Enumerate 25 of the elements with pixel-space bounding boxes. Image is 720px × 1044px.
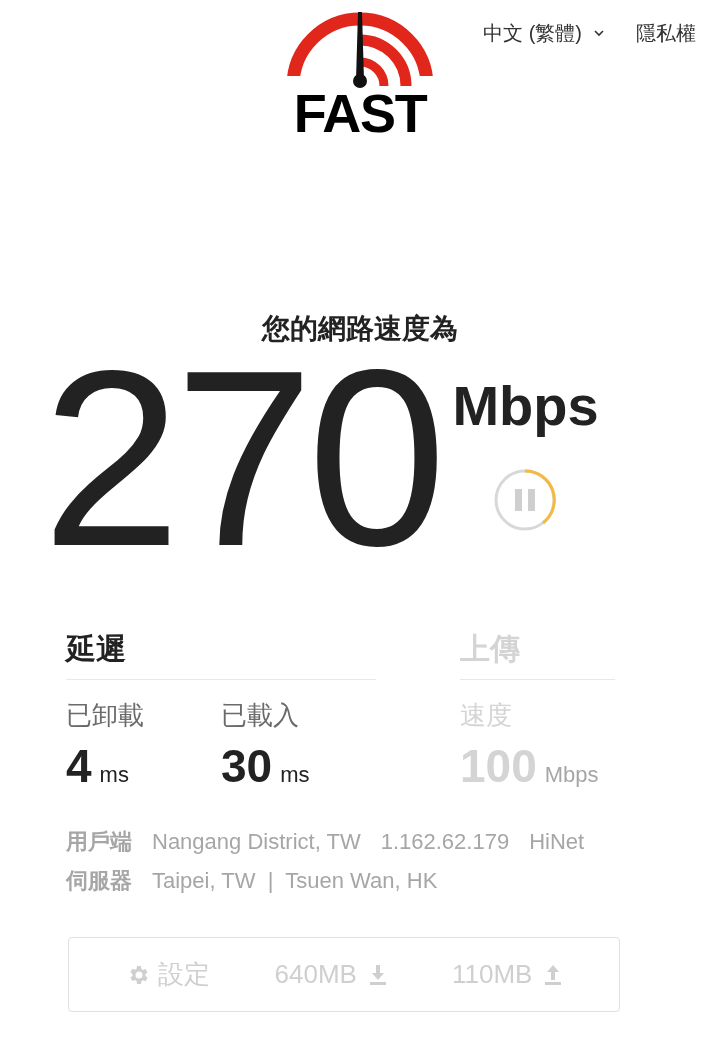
info-value: HiNet — [529, 828, 585, 856]
speed-heading: 您的網路速度為 — [262, 312, 458, 346]
speed-unit: Mbps — [452, 373, 599, 439]
info-value: Taipei, TW | Tsuen Wan, HK — [152, 867, 438, 895]
pause-button[interactable] — [493, 468, 558, 532]
metric-label: 已載入 — [221, 699, 300, 732]
metric-unit: Mbps — [544, 761, 599, 789]
section-title: 延遲 — [66, 631, 127, 667]
info-value: 1.162.62.179 — [380, 828, 510, 856]
info-value: Nangang District, TW — [152, 828, 361, 856]
info-label: 伺服器 — [66, 867, 132, 895]
metric-value: 30 — [221, 743, 273, 789]
speedometer-icon — [285, 10, 435, 90]
metric-label: 已卸載 — [66, 699, 145, 732]
chevron-down-icon — [594, 29, 604, 37]
metric-unit: ms — [280, 761, 310, 789]
logo-text: FAST — [293, 86, 427, 140]
privacy-link[interactable]: 隱私權 — [636, 18, 696, 48]
download-icon — [368, 964, 387, 985]
metric-unit: ms — [99, 761, 129, 789]
speed-value: 270 — [42, 354, 441, 564]
language-dropdown[interactable]: 中文 (繁體) — [483, 18, 604, 48]
metric-value: 4 — [66, 743, 92, 789]
upload-icon — [544, 964, 563, 985]
info-label: 用戶端 — [66, 828, 132, 856]
